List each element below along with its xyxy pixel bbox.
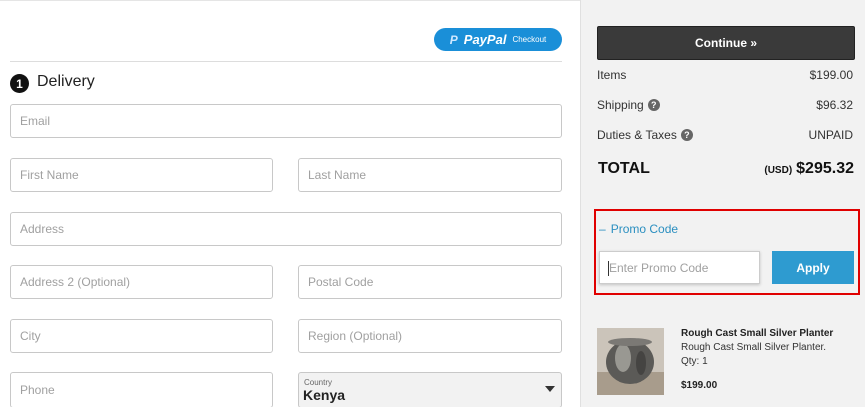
- items-row: Items $199.00: [597, 68, 853, 82]
- apply-button[interactable]: Apply: [772, 251, 854, 284]
- total-row: TOTAL (USD) $295.32: [598, 160, 854, 178]
- chevron-down-icon: [545, 386, 555, 392]
- address-field[interactable]: [10, 212, 562, 246]
- postal-code-input[interactable]: [308, 275, 552, 289]
- total-currency: (USD): [764, 165, 793, 176]
- promo-code-field[interactable]: [599, 251, 760, 284]
- continue-button[interactable]: Continue »: [597, 26, 855, 60]
- section-divider: [10, 61, 562, 62]
- step-number-badge: 1: [10, 74, 29, 93]
- product-subtitle: Rough Cast Small Silver Planter.: [681, 342, 827, 353]
- product-info: Rough Cast Small Silver Planter Rough Ca…: [681, 328, 853, 391]
- region-field[interactable]: [298, 319, 562, 353]
- shipping-label: Shipping: [597, 98, 644, 112]
- country-select[interactable]: Country Kenya: [298, 372, 562, 407]
- shipping-value: $96.32: [816, 98, 853, 112]
- paypal-checkout-text: Checkout: [512, 35, 547, 44]
- items-value: $199.00: [809, 68, 853, 82]
- delivery-form-panel: P PayPal Checkout 1 Delivery Email First…: [0, 0, 580, 407]
- product-quantity: Qty: 1: [681, 356, 708, 367]
- phone-field[interactable]: [10, 372, 273, 407]
- email-input[interactable]: [20, 114, 552, 128]
- duties-row: Duties & Taxes ? UNPAID: [597, 128, 853, 142]
- shipping-label-group: Shipping ?: [597, 98, 660, 112]
- city-field[interactable]: [10, 319, 273, 353]
- phone-input[interactable]: [20, 383, 263, 397]
- help-icon[interactable]: ?: [647, 99, 660, 111]
- postal-code-field[interactable]: [298, 265, 562, 299]
- last-name-input[interactable]: [308, 168, 552, 182]
- duties-label: Duties & Taxes: [597, 128, 677, 142]
- address-input[interactable]: [20, 222, 552, 236]
- paypal-brand-text: PayPal: [463, 32, 507, 47]
- promo-code-input[interactable]: [609, 260, 750, 275]
- total-amount-group: (USD) $295.32: [764, 160, 854, 178]
- total-label: TOTAL: [598, 160, 650, 177]
- address2-field[interactable]: [10, 265, 273, 299]
- product-title: Rough Cast Small Silver Planter: [681, 328, 834, 339]
- region-input[interactable]: [308, 329, 552, 343]
- text-cursor: [608, 261, 609, 276]
- promo-code-section: – Promo Code Apply: [594, 209, 860, 295]
- collapse-icon: –: [599, 222, 606, 236]
- order-summary-panel: Continue » Items $199.00 Shipping ? $96.…: [580, 0, 865, 407]
- promo-code-toggle[interactable]: – Promo Code: [599, 222, 678, 236]
- duties-value: UNPAID: [808, 128, 853, 142]
- city-input[interactable]: [20, 329, 263, 343]
- help-icon[interactable]: ?: [680, 129, 693, 141]
- product-price: $199.00: [681, 380, 718, 391]
- first-name-field[interactable]: [10, 158, 273, 192]
- duties-label-group: Duties & Taxes ?: [597, 128, 693, 142]
- address2-input[interactable]: [20, 275, 263, 289]
- delivery-heading: Delivery: [37, 73, 95, 90]
- promo-code-label: Promo Code: [610, 222, 679, 236]
- product-image: [597, 328, 664, 395]
- cart-item: Rough Cast Small Silver Planter Rough Ca…: [597, 328, 853, 398]
- items-label: Items: [597, 68, 627, 82]
- checkout-page: P PayPal Checkout 1 Delivery Email First…: [0, 0, 865, 407]
- email-field[interactable]: [10, 104, 562, 138]
- first-name-input[interactable]: [20, 168, 263, 182]
- last-name-field[interactable]: [298, 158, 562, 192]
- country-value: Kenya: [303, 387, 346, 403]
- shipping-row: Shipping ? $96.32: [597, 98, 853, 112]
- paypal-checkout-button[interactable]: P PayPal Checkout: [434, 28, 562, 51]
- total-value: $295.32: [796, 160, 854, 177]
- country-label: Country: [304, 378, 333, 387]
- paypal-logo-icon: P: [449, 32, 458, 47]
